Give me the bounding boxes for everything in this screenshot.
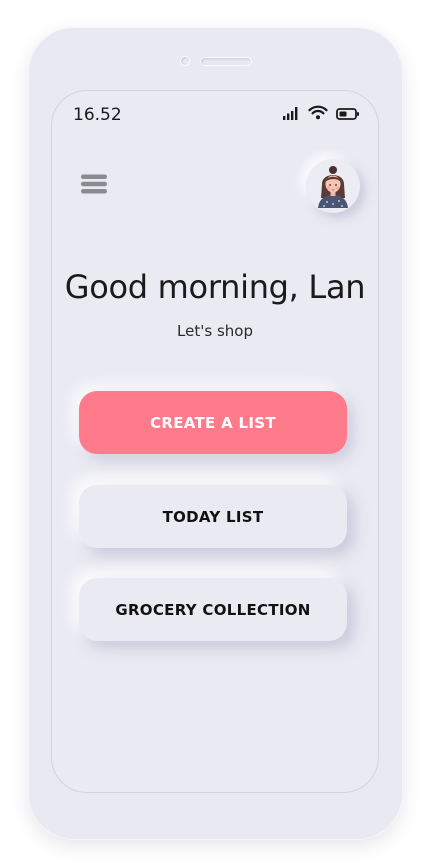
phone-frame: 16.52 Good morning, Lan Let's shop CREAT… <box>28 27 403 840</box>
create-list-button[interactable]: CREATE A LIST <box>79 391 347 454</box>
earpiece-speaker <box>201 58 251 65</box>
grocery-collection-button[interactable]: GROCERY COLLECTION <box>79 578 347 641</box>
status-icons <box>282 105 360 124</box>
front-camera <box>181 57 189 65</box>
battery-icon <box>336 105 360 124</box>
user-avatar[interactable] <box>306 159 360 213</box>
greeting-subtitle: Let's shop <box>177 322 253 340</box>
hamburger-menu-icon <box>81 174 107 198</box>
signal-icon <box>282 105 300 124</box>
status-time: 16.52 <box>73 105 122 125</box>
wifi-icon <box>308 105 328 124</box>
menu-button[interactable] <box>72 164 116 208</box>
avatar-illustration <box>318 166 348 208</box>
today-list-button[interactable]: TODAY LIST <box>79 485 347 548</box>
greeting-title: Good morning, Lan <box>64 268 366 306</box>
app-screen: 16.52 Good morning, Lan Let's shop CREAT… <box>51 90 379 793</box>
